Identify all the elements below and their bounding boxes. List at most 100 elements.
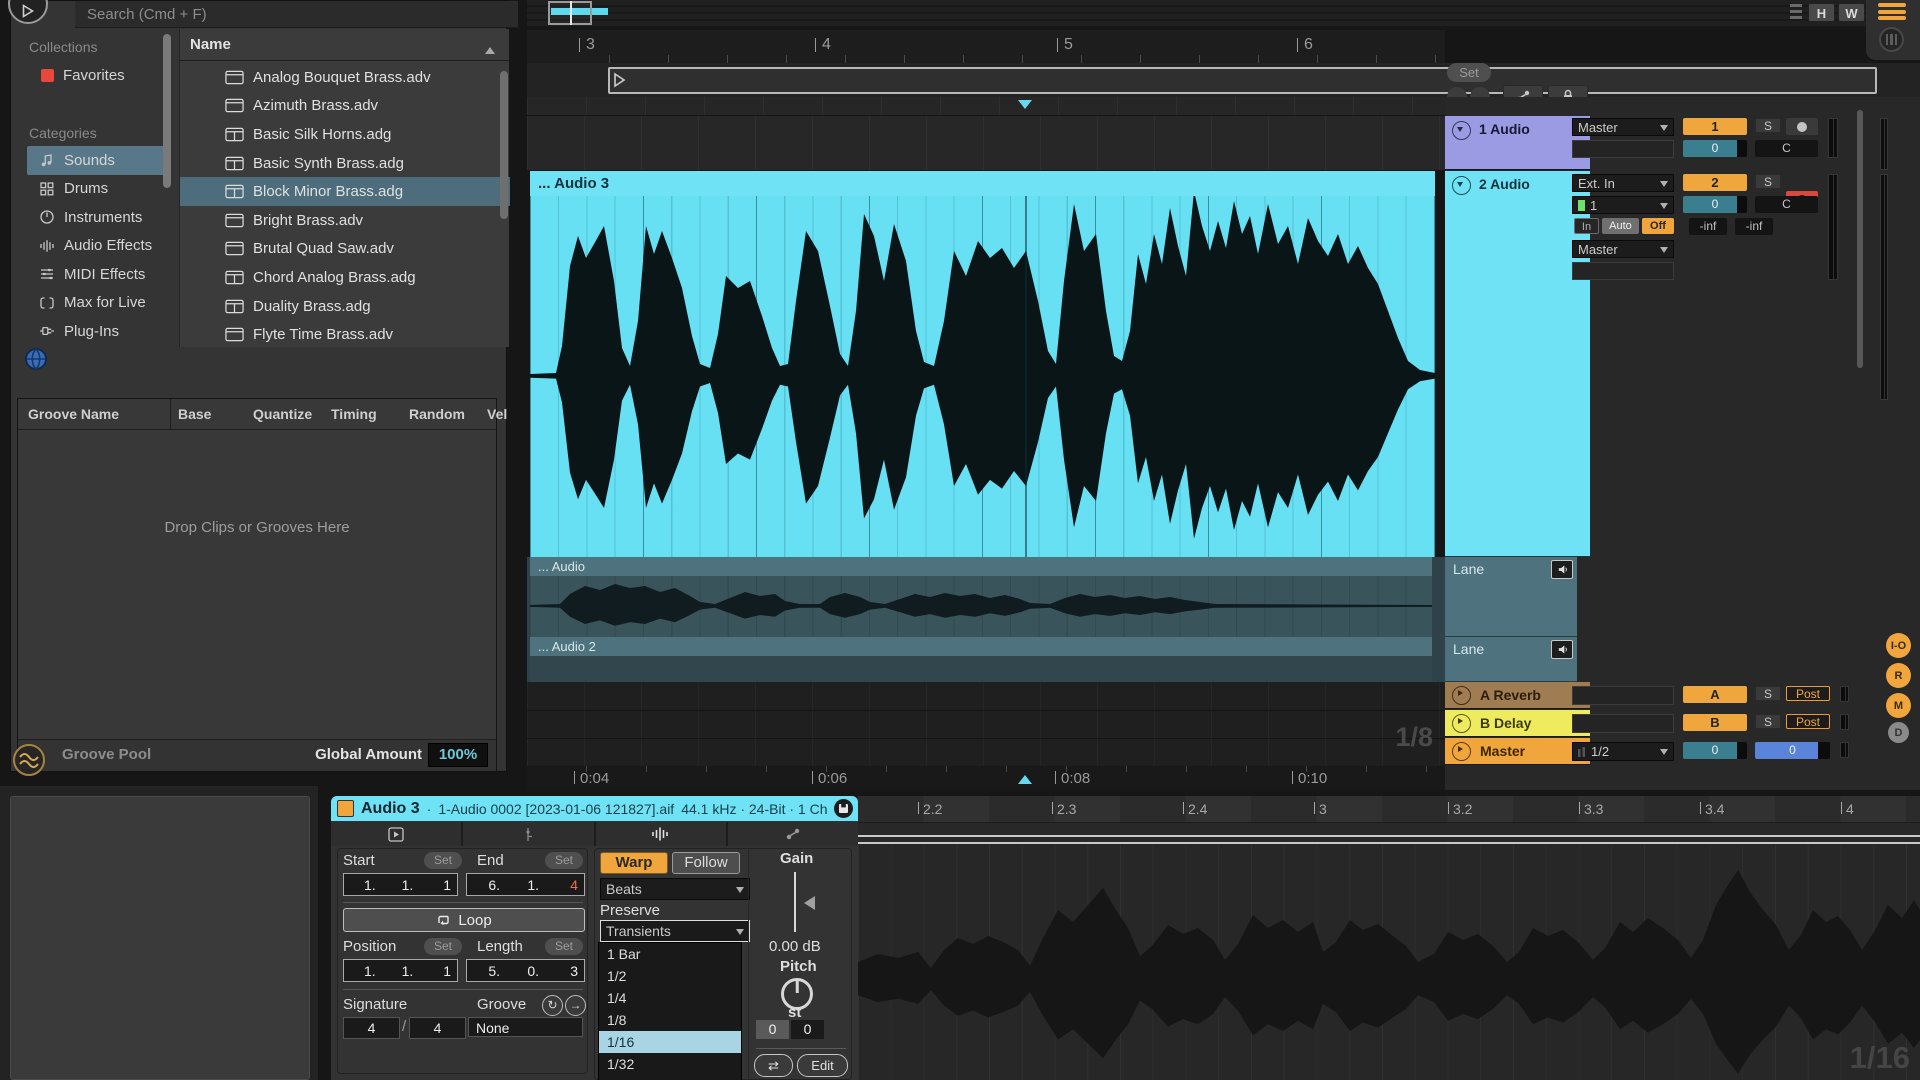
return-b-solo[interactable]: S [1755, 714, 1781, 729]
track1-activator[interactable]: 1 [1683, 118, 1747, 135]
position-value[interactable]: 1.1.1 [343, 959, 458, 982]
file-item[interactable]: Duality Brass.adg [180, 292, 510, 321]
preserve-option[interactable]: Transients [599, 1075, 741, 1080]
show-mixer-button[interactable]: M [1886, 693, 1911, 718]
track2-meter-left[interactable]: -inf [1689, 218, 1727, 235]
show-returns-button[interactable]: R [1886, 663, 1911, 688]
start-set-button[interactable]: Set [424, 852, 462, 869]
track2-sub-routing[interactable] [1572, 262, 1674, 280]
scrub-area[interactable] [527, 97, 1445, 116]
sidebar-item-plug-ins[interactable]: Plug-Ins [27, 317, 169, 346]
return-b-pre-post[interactable]: Post [1786, 714, 1830, 729]
pitch-coarse[interactable]: 0 [756, 1020, 789, 1039]
lane1-header[interactable]: Lane [1445, 557, 1577, 637]
track2-activator[interactable]: 2 [1683, 174, 1747, 191]
preserve-option[interactable]: 1/16 [599, 1031, 741, 1053]
sample-loop-brace-top[interactable] [858, 835, 1920, 837]
preserve-option[interactable]: 1 Bar [599, 943, 741, 965]
lane1-audition-button[interactable] [1551, 560, 1573, 579]
col-base[interactable]: Base [178, 406, 211, 422]
search-input[interactable]: Search (Cmd + F) [75, 1, 518, 28]
lane1-clip-label[interactable]: ... Audio [530, 557, 1432, 576]
gain-slider-handle[interactable] [797, 896, 815, 910]
sidebar-item-sounds[interactable]: Sounds [27, 146, 169, 175]
edit-button[interactable]: Edit [797, 1054, 848, 1077]
set-locators-button[interactable]: Set [1447, 63, 1491, 82]
loop-toggle-button[interactable]: Loop [343, 908, 585, 932]
track1-fold-icon[interactable] [1452, 121, 1471, 140]
return-a-fold-icon[interactable] [1452, 686, 1471, 705]
lane2-header[interactable]: Lane [1445, 637, 1577, 682]
end-value[interactable]: 6.1.4 [466, 873, 585, 896]
pitch-fine[interactable]: 0 [791, 1020, 824, 1039]
return-a-header[interactable]: A Reverb [1445, 682, 1590, 709]
col-quantize[interactable]: Quantize [253, 406, 312, 422]
master-fold-icon[interactable] [1452, 742, 1471, 761]
track1-pan[interactable]: 0 [1683, 140, 1747, 157]
master-pan[interactable]: 0 [1683, 742, 1747, 759]
file-item[interactable]: Block Minor Brass.adg [180, 177, 510, 206]
track1-output-routing[interactable]: Master [1572, 118, 1674, 136]
track2-output-routing[interactable]: Master [1572, 240, 1674, 258]
signature-numerator[interactable]: 4 [343, 1017, 400, 1039]
file-list-header[interactable]: Name [180, 29, 509, 61]
warp-mode-select[interactable]: Beats [600, 878, 750, 900]
file-item[interactable]: Basic Synth Brass.adg [180, 149, 510, 178]
file-item[interactable]: Flyte Time Brass.adv [180, 320, 510, 347]
sample-editor[interactable]: 2.22.32.433.23.33.44 1/16 [858, 796, 1920, 1080]
clip-waveform-area[interactable] [530, 196, 1435, 557]
track2-header[interactable]: 2 Audio [1445, 171, 1590, 557]
monitor-auto-button[interactable]: Auto [1602, 218, 1639, 234]
lane2-clip-body[interactable] [530, 656, 1432, 682]
preserve-option[interactable]: 1/32 [599, 1053, 741, 1075]
col-groove-name[interactable]: Groove Name [28, 406, 119, 422]
follow-button[interactable]: Follow [672, 852, 740, 874]
signature-denominator[interactable]: 4 [409, 1017, 466, 1039]
tab-modulation[interactable] [728, 822, 858, 846]
file-list-scrollbar[interactable] [500, 71, 508, 219]
sidebar-item-max-for-live[interactable]: Max for Live [27, 289, 169, 318]
track1-sub-routing[interactable] [1572, 140, 1674, 158]
arrangement-vertical-scrollbar[interactable] [1857, 110, 1863, 368]
track2-input-routing[interactable]: Ext. In [1572, 174, 1674, 192]
master-header[interactable]: Master [1445, 738, 1590, 765]
extract-groove-button[interactable]: → [565, 995, 586, 1016]
file-item[interactable]: Bright Brass.adv [180, 206, 510, 235]
tab-envelopes[interactable] [463, 822, 593, 846]
return-b-fold-icon[interactable] [1452, 714, 1471, 733]
fixed-height-button[interactable]: H [1808, 3, 1835, 22]
file-item[interactable]: Brutal Quad Saw.adv [180, 235, 510, 264]
position-set-button[interactable]: Set [424, 938, 462, 955]
lane2-audition-button[interactable] [1551, 640, 1573, 659]
sidebar-item-drums[interactable]: Drums [27, 175, 169, 204]
groove-pool-toggle-button[interactable] [13, 744, 45, 776]
take-lane-1[interactable]: ... Audio [527, 557, 1445, 637]
clip-title-bar[interactable]: ... Audio 3 [530, 171, 1435, 196]
overview-toggle-icon[interactable] [1790, 4, 1802, 19]
return-b-routing[interactable] [1572, 714, 1674, 733]
monitor-off-button[interactable]: Off [1642, 218, 1674, 234]
file-item[interactable]: Basic Silk Horns.adg [180, 120, 510, 149]
length-value[interactable]: 5.0.3 [466, 959, 585, 982]
sidebar-item-midi-effects[interactable]: MIDI Effects [27, 260, 169, 289]
clip-color-swatch[interactable] [337, 800, 354, 817]
preserve-select[interactable]: Transients [600, 920, 750, 942]
take-lane-2[interactable]: ... Audio 2 [527, 637, 1445, 682]
return-b-activator[interactable]: B [1683, 714, 1747, 731]
track2-crossfade[interactable]: C [1755, 196, 1818, 213]
reverse-button[interactable]: ⇄ [754, 1054, 793, 1077]
warp-toggle-button[interactable]: Warp [600, 852, 668, 874]
return-a-solo[interactable]: S [1755, 686, 1781, 701]
time-ruler[interactable]: 0:040:060:080:10 [527, 766, 1445, 790]
gain-slider[interactable] [794, 872, 796, 932]
tab-sample[interactable] [596, 822, 726, 846]
arrangement-loop-brace[interactable] [608, 67, 1877, 94]
insert-marker-top[interactable] [1018, 100, 1032, 116]
end-set-button[interactable]: Set [545, 852, 583, 869]
sidebar-scrollbar[interactable] [163, 34, 171, 188]
sample-waveform-area[interactable] [858, 845, 1920, 1080]
clip-title-header[interactable]: Audio 3 · 1-Audio 0002 [2023-01-06 12182… [331, 796, 858, 821]
return-tracks-area[interactable] [527, 682, 1445, 766]
sidebar-item-audio-effects[interactable]: Audio Effects [27, 232, 169, 261]
master-cue-out[interactable]: 1/2 [1572, 742, 1674, 761]
